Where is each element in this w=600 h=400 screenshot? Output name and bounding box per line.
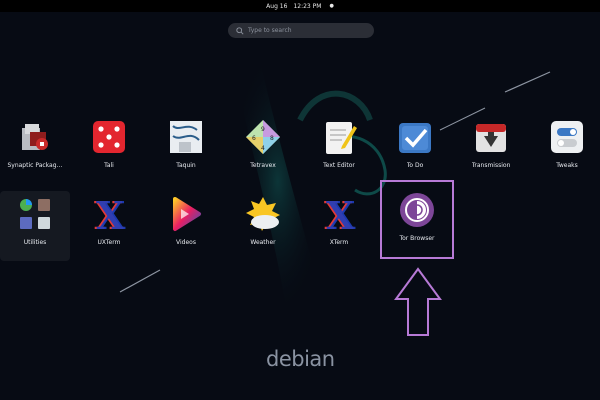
x-terminal-icon: X X xyxy=(94,195,126,233)
app-text-editor[interactable]: Text Editor xyxy=(304,114,374,184)
app-uxterm[interactable]: X X UXTerm xyxy=(74,191,144,261)
app-tweaks[interactable]: Tweaks xyxy=(532,114,600,184)
tweaks-icon xyxy=(551,121,583,153)
search-placeholder: Type to search xyxy=(248,27,292,34)
search-icon xyxy=(236,26,244,35)
annotation-highlight-box xyxy=(380,180,454,259)
app-label: Taquin xyxy=(176,162,196,169)
app-label: Tetravex xyxy=(250,162,276,169)
app-label: Weather xyxy=(250,239,276,246)
videos-icon xyxy=(173,197,201,231)
weather-icon xyxy=(246,197,280,231)
app-label: XTerm xyxy=(329,239,349,246)
app-label: Tali xyxy=(104,162,114,169)
time-label: 12:23 PM xyxy=(293,2,322,10)
app-label: Synaptic Packag… xyxy=(7,162,63,169)
dice-icon xyxy=(93,121,125,153)
app-label: Utilities xyxy=(23,239,47,246)
app-transmission[interactable]: Transmission xyxy=(456,114,526,184)
svg-text:8: 8 xyxy=(270,135,274,142)
annotation-up-arrow-icon xyxy=(394,267,442,336)
x-terminal-icon: X X xyxy=(324,195,356,233)
svg-text:X: X xyxy=(326,195,356,233)
app-label: Transmission xyxy=(471,162,511,169)
app-todo[interactable]: To Do xyxy=(380,114,450,184)
svg-text:9: 9 xyxy=(261,126,265,133)
text-editor-icon xyxy=(326,122,357,154)
status-dot-icon: ● xyxy=(329,3,334,9)
app-videos[interactable]: Videos xyxy=(151,191,221,261)
todo-icon xyxy=(399,123,431,153)
debian-logo: debian xyxy=(266,347,335,371)
svg-text:4: 4 xyxy=(261,145,265,152)
search-input[interactable]: Type to search xyxy=(228,23,374,38)
synaptic-icon xyxy=(22,124,48,150)
app-label: UXTerm xyxy=(97,239,121,246)
app-synaptic[interactable]: Synaptic Packag… xyxy=(0,114,70,184)
app-taquin[interactable]: Taquin xyxy=(151,114,221,184)
app-tali[interactable]: Tali xyxy=(74,114,144,184)
utilities-folder-icon xyxy=(20,199,50,229)
tetravex-icon: 9 6 8 4 xyxy=(246,120,280,154)
date-label: Aug 16 xyxy=(266,2,288,10)
app-xterm[interactable]: X X XTerm xyxy=(304,191,374,261)
top-bar: Aug 16 12:23 PM ● xyxy=(0,0,600,12)
transmission-icon xyxy=(476,124,506,152)
app-weather[interactable]: Weather xyxy=(228,191,298,261)
taquin-icon xyxy=(170,121,202,153)
app-folder-utilities[interactable]: Utilities xyxy=(0,191,70,261)
svg-text:6: 6 xyxy=(252,135,256,142)
app-label: Text Editor xyxy=(323,162,355,169)
app-tetravex[interactable]: 9 6 8 4 Tetravex xyxy=(228,114,298,184)
app-label: Videos xyxy=(176,239,196,246)
app-label: Tweaks xyxy=(556,162,578,169)
app-label: To Do xyxy=(406,162,424,169)
clock[interactable]: Aug 16 12:23 PM ● xyxy=(266,3,334,10)
svg-text:X: X xyxy=(96,195,126,233)
